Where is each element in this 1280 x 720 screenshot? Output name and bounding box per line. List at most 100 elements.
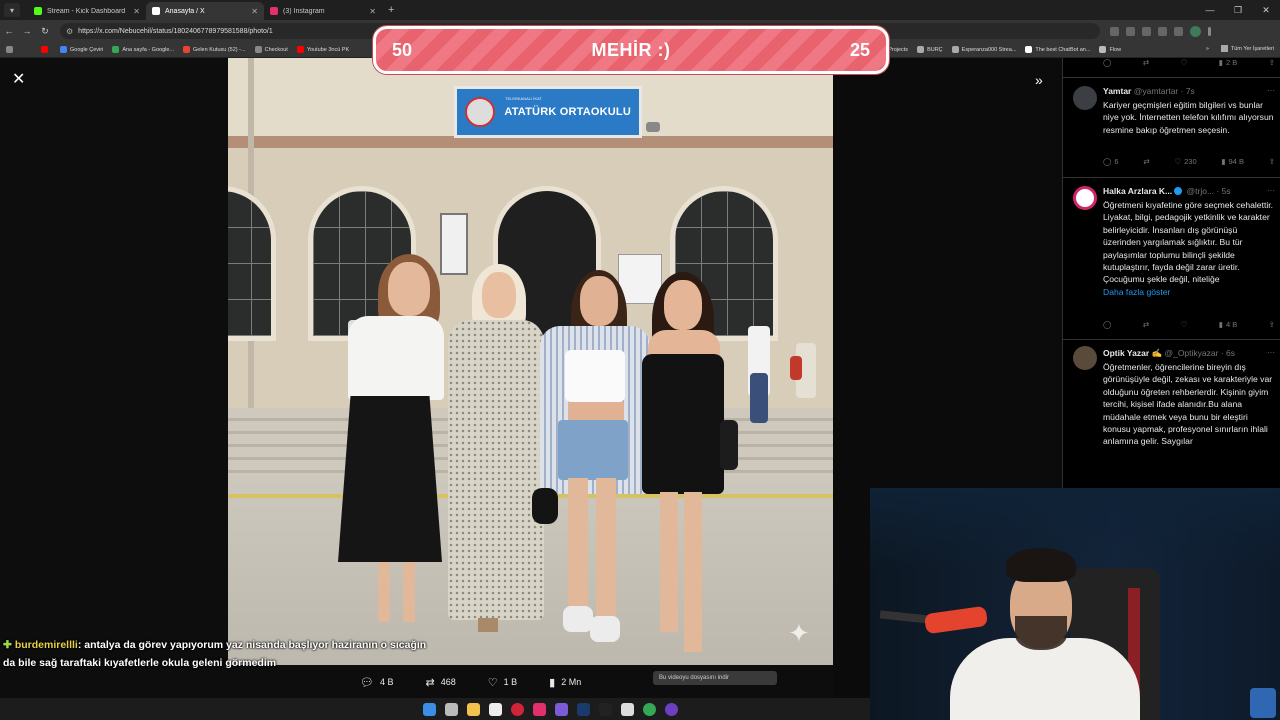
more-options-icon[interactable]: ··· [1267, 348, 1275, 357]
author-name[interactable]: Halka Arzlara K... [1103, 186, 1172, 196]
screen: ▾ Stream - Kick Dashboard ✕ Anasayfa / X… [0, 0, 1280, 720]
streamer-webcam [870, 488, 1280, 720]
reload-icon[interactable]: ↻ [36, 26, 54, 37]
bookmark-youtube[interactable] [41, 46, 51, 53]
folder-icon [1099, 46, 1107, 53]
bookmark-item[interactable]: Ana sayfa - Google... [112, 46, 174, 53]
photoshop-icon[interactable] [576, 702, 590, 716]
post-photo[interactable]: TELERKANALI İKAT ATATÜRK ORTAOKULU ✦ [228, 58, 833, 665]
extensions-puzzle-icon[interactable] [1174, 26, 1183, 36]
zoom-icon[interactable] [1110, 26, 1119, 36]
avatar[interactable] [1073, 86, 1097, 110]
reply-button[interactable]: 💬︎ 4 B [360, 676, 393, 689]
repost-icon[interactable]: ⇄ [1143, 157, 1149, 166]
file-explorer-icon[interactable] [466, 702, 480, 716]
bookmark-item[interactable]: Flow [1099, 46, 1121, 53]
bookmark-item[interactable]: Checkout [254, 46, 288, 53]
tiktok-icon[interactable] [598, 702, 612, 716]
capcut-icon[interactable] [620, 702, 634, 716]
back-icon[interactable]: ← [0, 26, 18, 36]
opera-icon[interactable] [510, 702, 524, 716]
tweet-header: Yamtar @yamtartar · 7s [1103, 86, 1275, 96]
reply-icon[interactable]: ◯ [1103, 320, 1111, 329]
discord-icon[interactable] [554, 702, 568, 716]
reply-tweet[interactable]: Optik Yazar ✍ @_Optikyazar · 6s ··· Öğre… [1063, 340, 1280, 488]
gmail-icon [183, 46, 190, 53]
repost-icon[interactable]: ⇄ [1143, 58, 1149, 67]
tab-close-icon[interactable]: ✕ [133, 7, 140, 16]
bookmark-item[interactable]: The best ChatBot an... [1025, 46, 1090, 53]
tab-close-icon[interactable]: ✕ [251, 7, 258, 16]
share-icon[interactable]: ⇪ [1269, 58, 1275, 67]
tweet-header: Halka Arzlara K... @trjo... · 5s [1103, 186, 1275, 196]
views-icon[interactable]: ▮ 4 B [1219, 320, 1237, 329]
extension-icon[interactable] [1158, 26, 1167, 36]
avatar[interactable] [1073, 186, 1097, 210]
author-handle[interactable]: @yamtartar [1134, 86, 1179, 96]
reply-icon[interactable]: ◯ 6 [1103, 157, 1119, 166]
reply-tweet[interactable]: Yamtar @yamtartar · 7s ··· Kariyer geçmi… [1063, 78, 1280, 178]
tab-x-home[interactable]: Anasayfa / X ✕ [146, 2, 264, 20]
heart-icon[interactable]: ♡ [1181, 320, 1188, 329]
share-icon[interactable]: ⇪ [1269, 157, 1275, 166]
minimize-icon[interactable]: — [1196, 5, 1224, 15]
maximize-icon[interactable]: ❐ [1224, 5, 1252, 16]
double-chevron-right-icon[interactable]: » [1035, 72, 1043, 88]
banner-title: MEHİR :) [591, 39, 671, 60]
tab-kick-dashboard[interactable]: Stream - Kick Dashboard ✕ [28, 2, 146, 20]
author-name[interactable]: Optik Yazar ✍ [1103, 348, 1162, 358]
bookmark-item[interactable]: BURÇ [917, 46, 943, 53]
more-options-icon[interactable]: ··· [1267, 86, 1275, 95]
tab-search-icon[interactable]: ▾ [4, 3, 20, 17]
views-icon[interactable]: ▮ 2 B [1219, 58, 1237, 67]
more-bookmarks-icon[interactable]: » [1206, 46, 1209, 52]
all-bookmarks[interactable]: » Tüm Yer İşaretleri [1206, 45, 1274, 52]
tab-instagram[interactable]: (3) Instagram ✕ [264, 2, 382, 20]
tab-close-icon[interactable]: ✕ [369, 7, 376, 16]
white-top [565, 350, 625, 402]
repost-icon[interactable]: ⇄ [1143, 320, 1149, 329]
repost-button[interactable]: ⇄ 468 [425, 676, 455, 689]
avatar[interactable] [1073, 346, 1097, 370]
author-name[interactable]: Yamtar [1103, 86, 1131, 96]
author-handle[interactable]: @_Optikyazar [1164, 348, 1218, 358]
bookmark-item[interactable]: Youtube 3ncü PK [296, 46, 349, 53]
heart-icon[interactable]: ♡ 230 [1174, 157, 1196, 166]
cast-icon[interactable] [1126, 26, 1135, 36]
reply-tweet[interactable]: Halka Arzlara K... @trjo... · 5s ··· Öğr… [1063, 178, 1280, 340]
download-hint[interactable]: Bu videoyu dosyasını indir [653, 671, 777, 685]
forward-icon[interactable]: → [18, 26, 36, 36]
more-options-icon[interactable]: ··· [1267, 186, 1275, 195]
new-tab-icon[interactable]: + [388, 4, 394, 16]
close-icon[interactable]: ✕ [12, 72, 25, 88]
chrome-icon[interactable] [642, 702, 656, 716]
windows-start-icon[interactable] [422, 702, 436, 716]
show-more-link[interactable]: Daha fazla göster [1103, 287, 1170, 297]
tweet-action-bar: ◯ ⇄ ♡ ▮ 2 B ⇪ [1103, 58, 1275, 67]
bookmark-star-icon[interactable] [1142, 26, 1151, 36]
profile-avatar-icon[interactable] [1190, 25, 1201, 37]
x-app-icon[interactable] [488, 702, 502, 716]
chatbot-icon [1025, 46, 1033, 53]
desk-item [1250, 688, 1276, 718]
like-button[interactable]: ♡ 1 B [488, 676, 517, 689]
task-view-icon[interactable] [444, 702, 458, 716]
views-icon[interactable]: ▮ 94 B [1221, 157, 1244, 166]
window-close-icon[interactable]: ✕ [1252, 5, 1280, 16]
tweet-time: · 5s [1216, 186, 1231, 196]
bookmark-item[interactable]: Gelen Kutusu (52) -... [183, 46, 246, 53]
obs-icon[interactable] [664, 702, 678, 716]
kick-favicon-icon [34, 7, 42, 15]
menu-dots-icon[interactable] [1208, 26, 1211, 36]
reply-tweet[interactable]: ◯ ⇄ ♡ ▮ 2 B ⇪ [1063, 58, 1280, 78]
bookmark-item[interactable]: Esperanza000 Strea... [951, 46, 1016, 53]
reply-icon[interactable]: ◯ [1103, 58, 1111, 67]
heart-icon[interactable]: ♡ [1181, 58, 1188, 67]
views-button[interactable]: ▮ 2 Mn [549, 676, 581, 689]
bookmark-item[interactable]: Google Çeviri [60, 46, 103, 53]
apps-icon[interactable] [6, 46, 16, 53]
share-icon[interactable]: ⇪ [1269, 320, 1275, 329]
instagram-icon[interactable] [532, 702, 546, 716]
author-handle[interactable]: @trjo... [1187, 186, 1215, 196]
site-info-icon[interactable]: ⚙ [66, 27, 73, 36]
